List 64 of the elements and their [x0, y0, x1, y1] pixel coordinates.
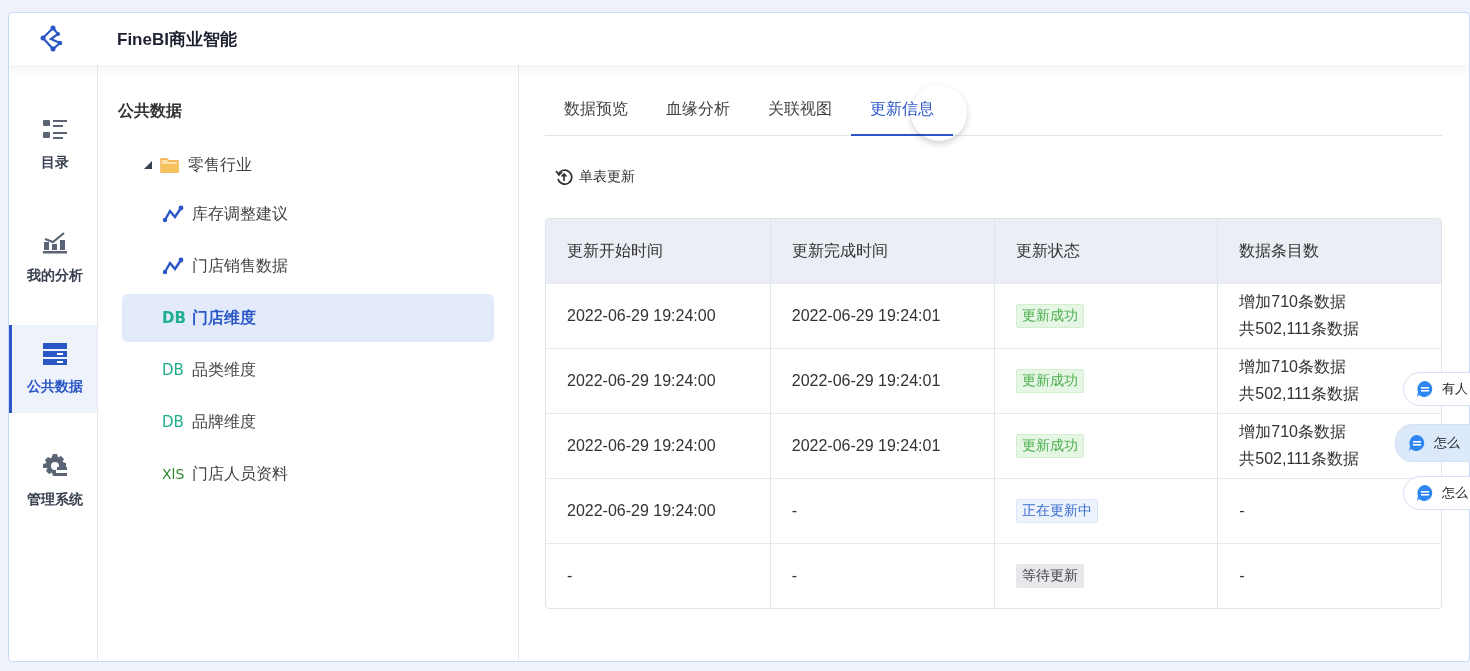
table-cell: - [769, 479, 994, 543]
table-cell-text: - [566, 566, 574, 586]
chat-icon [1408, 434, 1426, 452]
table-cell-text: - [1239, 502, 1245, 520]
sidebar-item[interactable]: 管理系统 [9, 437, 97, 525]
tree-item[interactable]: 库存调整建议 [122, 190, 494, 238]
panel-title: 公共数据 [118, 101, 183, 121]
chat-icon [1416, 484, 1434, 502]
column-header: 更新完成时间 [769, 219, 994, 283]
tree-item[interactable]: 零售行业 [122, 152, 494, 178]
line-chart-icon [162, 205, 184, 223]
app-title: FineBI商业智能 [117, 28, 237, 51]
single-table-update-button[interactable]: 单表更新 [545, 164, 645, 190]
tree-item[interactable]: DB 品类维度 [122, 346, 494, 394]
table-cell: - [769, 544, 994, 608]
tree-item[interactable]: XlS 门店人员资料 [122, 450, 494, 498]
chat-icon [1416, 380, 1434, 398]
sidebar-item[interactable]: 目录 [9, 101, 97, 189]
column-header: 更新开始时间 [566, 240, 664, 261]
chat-suggestion[interactable]: 怎么 [1403, 476, 1470, 510]
sidebar-item[interactable]: 我的分析 [9, 213, 97, 301]
sidebar-item[interactable]: 公共数据 [9, 325, 97, 413]
table-cell-text: 共502,111条数据 [1239, 319, 1359, 339]
table-cell-text: 共502,111条数据 [1239, 384, 1359, 404]
table-cell: 2022-06-29 19:24:01 [769, 414, 994, 478]
gear-icon [41, 453, 68, 479]
status-tag: 更新成功 [1015, 304, 1084, 328]
table-cell-text: - [1239, 567, 1245, 585]
tab[interactable]: 血缘分析 [647, 87, 749, 136]
table-cell-text: 2022-06-29 19:24:00 [566, 436, 717, 456]
table-cell-text: 增加710条数据 [1239, 357, 1346, 377]
file-type-icon: DB [162, 413, 184, 431]
tab[interactable]: 数据预览 [545, 87, 647, 136]
expand-triangle-icon [144, 161, 152, 169]
tab[interactable]: 更新信息 [851, 87, 953, 136]
list-icon [41, 118, 68, 142]
tree-item[interactable]: DB 品牌维度 [122, 398, 494, 446]
table-cell-text: 2022-06-29 19:24:00 [566, 501, 717, 521]
table-cell: 2022-06-29 19:24:01 [769, 349, 994, 413]
status-tag: 等待更新 [1015, 564, 1084, 588]
tree-item[interactable]: 门店销售数据 [122, 242, 494, 290]
table-cell-text: 2022-06-29 19:24:00 [566, 371, 717, 391]
file-type-icon: DB [162, 309, 184, 327]
file-type-icon: XlS [162, 466, 184, 482]
table-cell: 2022-06-29 19:24:01 [769, 284, 994, 348]
table-cell-text: 共502,111条数据 [1239, 449, 1359, 469]
tree-item[interactable]: DB 门店维度 [122, 294, 494, 342]
status-tag: 更新成功 [1015, 434, 1084, 458]
folder-icon [160, 157, 180, 173]
file-type-icon: DB [162, 361, 184, 379]
tab[interactable]: 关联视图 [749, 87, 851, 136]
chat-suggestion[interactable]: 怎么 [1395, 424, 1470, 462]
chat-suggestion[interactable]: 有人 [1403, 372, 1470, 406]
status-tag: 正在更新中 [1015, 499, 1098, 523]
table-cell-text: 增加710条数据 [1239, 422, 1346, 442]
status-tag: 更新成功 [1015, 369, 1084, 393]
table-cell-text: 2022-06-29 19:24:00 [566, 306, 717, 326]
chart-icon [41, 229, 68, 255]
column-header: 数据条目数 [1217, 219, 1441, 283]
column-header: 更新状态 [993, 219, 1218, 283]
line-chart-icon [162, 257, 184, 275]
history-icon [555, 168, 573, 186]
table-cell-text: 增加710条数据 [1239, 292, 1346, 312]
database-icon [41, 342, 68, 366]
